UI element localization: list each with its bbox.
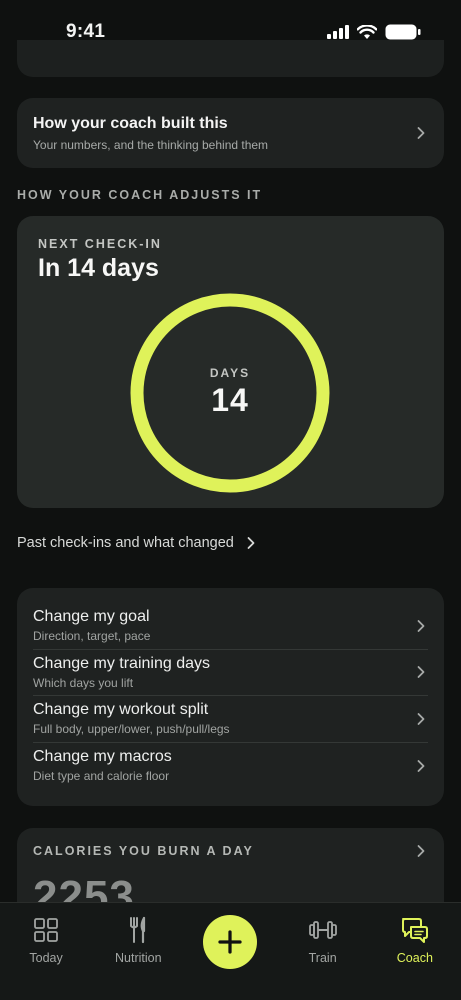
chevron-right-icon <box>417 127 425 139</box>
list-item-title: Change my goal <box>33 608 150 626</box>
wifi-icon <box>357 24 377 39</box>
checkin-label: NEXT CHECK-IN <box>38 237 162 251</box>
tab-bar: Today Nutrition Train Coach <box>0 902 461 1000</box>
ring-value: 14 <box>211 382 249 418</box>
change-workout-split-item[interactable]: Change my workout split Full body, upper… <box>33 696 428 743</box>
status-icons <box>327 24 421 40</box>
add-button[interactable] <box>203 915 258 969</box>
tab-label: Today <box>29 951 63 965</box>
list-item-subtitle: Diet type and calorie floor <box>33 769 170 784</box>
tab-train[interactable]: Train <box>285 915 361 965</box>
list-item-title: Change my workout split <box>33 701 209 719</box>
list-item-subtitle: Direction, target, pace <box>33 629 151 644</box>
coach-explanation-subtitle: Your numbers, and the thinking behind th… <box>33 137 269 152</box>
chevron-right-icon <box>417 619 425 632</box>
battery-icon <box>385 24 421 40</box>
coach-explanation-text: How your coach built this Your numbers, … <box>33 115 268 152</box>
status-bar: 9:41 <box>0 0 461 64</box>
list-item-subtitle: Which days you lift <box>33 675 134 690</box>
past-checkins-link[interactable]: Past check-ins and what changed <box>17 535 258 551</box>
chat-bubbles-icon <box>401 918 428 943</box>
coach-explanation-title: How your coach built this <box>33 114 228 132</box>
change-goal-item[interactable]: Change my goal Direction, target, pace <box>33 603 428 650</box>
signal-icon <box>327 25 349 39</box>
past-checkins-label: Past check-ins and what changed <box>17 535 234 551</box>
coach-explanation-card[interactable]: How your coach built this Your numbers, … <box>17 98 444 168</box>
change-macros-item[interactable]: Change my macros Diet type and calorie f… <box>33 743 428 790</box>
tab-nutrition[interactable]: Nutrition <box>100 915 176 965</box>
chevron-right-icon <box>247 537 255 549</box>
plus-icon <box>218 930 243 954</box>
ring-caption: DAYS <box>209 366 251 380</box>
tab-label: Train <box>308 951 337 965</box>
tab-today[interactable]: Today <box>8 915 84 965</box>
chevron-right-icon <box>417 845 425 857</box>
grid-icon <box>34 918 58 942</box>
list-item-text: Change my goal Direction, target, pace <box>33 608 150 643</box>
calories-burn-header: CALORIES YOU BURN A DAY <box>33 844 428 858</box>
tab-label: Nutrition <box>115 951 162 965</box>
next-checkin-card: NEXT CHECK-IN In 14 days DAYS 14 <box>17 216 444 508</box>
tab-coach[interactable]: Coach <box>377 915 453 965</box>
list-item-text: Change my workout split Full body, upper… <box>33 701 230 736</box>
list-item-title: Change my macros <box>33 748 172 766</box>
dumbbell-icon <box>308 921 337 939</box>
list-item-text: Change my macros Diet type and calorie f… <box>33 748 172 783</box>
chevron-right-icon <box>417 712 425 725</box>
adjust-settings-list: Change my goal Direction, target, pace C… <box>17 588 444 806</box>
section-label: HOW YOUR COACH ADJUSTS IT <box>17 188 263 202</box>
fork-knife-icon <box>130 916 146 944</box>
tab-label: Coach <box>396 951 433 965</box>
chevron-right-icon <box>417 666 425 679</box>
calories-burn-label: CALORIES YOU BURN A DAY <box>33 844 254 858</box>
list-item-title: Change my training days <box>33 654 210 672</box>
checkin-title: In 14 days <box>38 254 159 282</box>
change-training-days-item[interactable]: Change my training days Which days you l… <box>33 650 428 696</box>
list-item-text: Change my training days Which days you l… <box>33 655 210 690</box>
list-item-subtitle: Full body, upper/lower, push/pull/legs <box>33 722 230 737</box>
status-time: 9:41 <box>66 21 106 42</box>
chevron-right-icon <box>417 759 425 772</box>
tab-add[interactable] <box>192 915 268 975</box>
